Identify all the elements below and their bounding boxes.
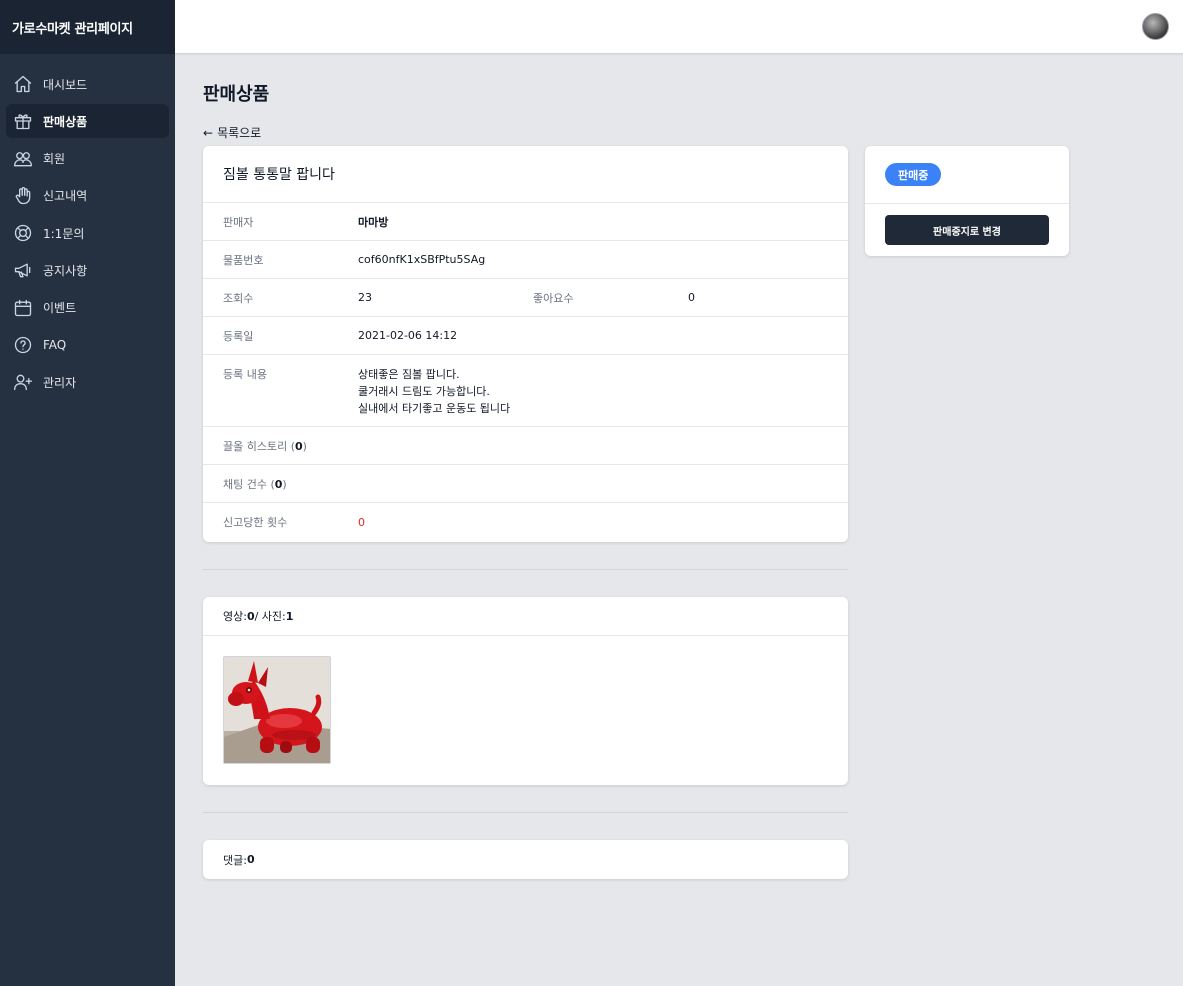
media-summary: 영상: 0 / 사진: 1 <box>203 597 848 636</box>
sidebar-item-label: 판매상품 <box>43 114 88 129</box>
lifebuoy-icon <box>13 223 33 243</box>
date-label: 등록일 <box>223 329 254 343</box>
status-card: 판매중 판매중지로 변경 <box>865 146 1069 256</box>
content-label: 등록 내용 <box>223 368 267 381</box>
content-line: 상태좋은 짐볼 팝니다. <box>358 368 460 381</box>
red-bouncy-horse-image <box>224 657 330 763</box>
sidebar-item-label: 대시보드 <box>43 77 88 92</box>
stats-row: 조회수 23 좋아요수 0 <box>203 279 848 317</box>
status-badge: 판매중 <box>885 163 942 186</box>
comment-count: 0 <box>246 853 255 866</box>
content-line: 쿨거래시 드림도 가능합니다. <box>358 385 490 398</box>
top-bar <box>175 0 1183 54</box>
sidebar-item-admin[interactable]: 관리자 <box>6 365 169 399</box>
item-number-label: 물품번호 <box>223 253 264 267</box>
sidebar-item-label: 신고내역 <box>43 189 88 204</box>
report-count-row: 신고당한 횟수 0 <box>203 503 848 541</box>
content-row: 등록 내용 상태좋은 짐볼 팝니다. 쿨거래시 드림도 가능합니다. 실내에서 … <box>203 355 848 427</box>
back-to-list-link[interactable]: ← 목록으로 <box>203 124 261 141</box>
home-icon <box>13 74 33 94</box>
item-number-value: cof60nfK1xSBfPtu5SAg <box>358 253 486 266</box>
likes-value: 0 <box>688 291 695 304</box>
product-photo-thumbnail[interactable] <box>223 656 331 764</box>
status-header: 판매중 <box>865 146 1069 204</box>
content-value: 상태좋은 짐볼 팝니다. 쿨거래시 드림도 가능합니다. 실내에서 타기좋고 운… <box>358 366 510 417</box>
date-row: 등록일 2021-02-06 14:12 <box>203 317 848 355</box>
user-add-icon <box>13 372 33 392</box>
sidebar-item-faq[interactable]: FAQ <box>6 328 169 362</box>
sidebar-nav: 대시보드 판매상품 회원 신고내역 1:1문의 공지사항 이벤트 FAQ 관리자 <box>0 54 175 399</box>
likes-label: 좋아요수 <box>533 291 574 305</box>
date-value: 2021-02-06 14:12 <box>358 329 458 342</box>
views-value: 23 <box>358 291 372 304</box>
calendar-icon <box>13 298 33 318</box>
product-detail-card: 짐볼 통통말 팝니다 판매자 마마방 물품번호 cof60nfK1xSBfPtu… <box>203 146 848 542</box>
back-link-label: 목록으로 <box>217 126 262 140</box>
page-title: 판매상품 <box>203 84 270 105</box>
sidebar-item-label: 1:1문의 <box>43 226 85 241</box>
sidebar-item-label: 공지사항 <box>43 263 88 278</box>
sidebar-item-event[interactable]: 이벤트 <box>6 291 169 325</box>
media-card: 영상: 0 / 사진: 1 <box>203 597 848 785</box>
section-divider <box>203 812 848 813</box>
sidebar-item-dashboard[interactable]: 대시보드 <box>6 67 169 101</box>
gift-icon <box>13 111 33 131</box>
hand-icon <box>13 186 33 206</box>
product-title: 짐볼 통통말 팝니다 <box>203 146 848 203</box>
report-count-label: 신고당한 횟수 <box>223 516 288 529</box>
video-count: 0 <box>246 609 255 623</box>
report-count-value: 0 <box>358 515 365 529</box>
bump-history-count: 0 <box>295 439 303 453</box>
sidebar-item-inquiry[interactable]: 1:1문의 <box>6 216 169 250</box>
views-label: 조회수 <box>223 291 254 305</box>
sidebar: 가로수마켓 관리페이지 대시보드 판매상품 회원 신고내역 1:1문의 공지사항… <box>0 0 175 986</box>
photo-count: 1 <box>285 609 294 623</box>
bump-history-row[interactable]: 끌올 히스토리 (0) <box>203 427 848 465</box>
section-divider <box>203 569 848 570</box>
sidebar-item-reports[interactable]: 신고내역 <box>6 179 169 213</box>
seller-row: 판매자 마마방 <box>203 203 848 241</box>
sidebar-item-products[interactable]: 판매상품 <box>6 104 169 139</box>
brand-title[interactable]: 가로수마켓 관리페이지 <box>0 0 175 54</box>
chat-count-row[interactable]: 채팅 건수 (0) <box>203 465 848 503</box>
users-icon <box>13 149 33 169</box>
avatar[interactable] <box>1142 13 1169 40</box>
comments-card: 댓글: 0 <box>203 840 848 879</box>
sidebar-item-label: 이벤트 <box>43 301 77 316</box>
question-icon <box>13 335 33 355</box>
sidebar-item-members[interactable]: 회원 <box>6 142 169 176</box>
stop-sale-button[interactable]: 판매중지로 변경 <box>885 215 1049 245</box>
seller-label: 판매자 <box>223 215 254 229</box>
seller-value[interactable]: 마마방 <box>358 214 388 230</box>
sidebar-item-label: 회원 <box>43 152 66 167</box>
sidebar-item-label: 관리자 <box>43 375 77 390</box>
item-number-row: 물품번호 cof60nfK1xSBfPtu5SAg <box>203 241 848 279</box>
arrow-left-icon: ← <box>203 125 214 140</box>
sidebar-item-notice[interactable]: 공지사항 <box>6 253 169 287</box>
bump-history-label: 끌올 히스토리 (0) <box>223 439 307 453</box>
megaphone-icon <box>13 260 33 280</box>
content-line: 실내에서 타기좋고 운동도 됩니다 <box>358 402 511 415</box>
sidebar-item-label: FAQ <box>43 338 67 353</box>
chat-count-label: 채팅 건수 (0) <box>223 477 287 491</box>
